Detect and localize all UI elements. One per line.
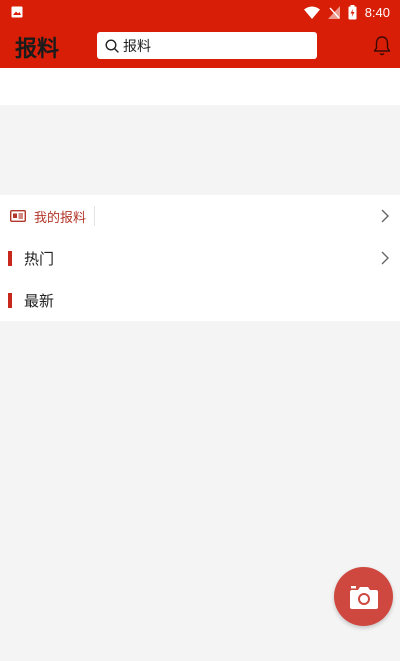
hot-row[interactable]: 热门 <box>0 237 400 279</box>
page-title: 报料 <box>15 37 60 62</box>
status-bar: 8:40 <box>0 0 400 24</box>
wifi-icon <box>303 6 320 19</box>
chevron-right-icon <box>381 251 389 265</box>
latest-label: 最新 <box>24 291 55 310</box>
my-reports-row[interactable]: 我的报料 <box>0 195 400 237</box>
search-icon <box>105 38 119 53</box>
newspaper-icon <box>10 210 26 222</box>
battery-icon <box>348 4 357 19</box>
status-indicators: 8:40 <box>303 3 390 21</box>
hot-label: 热门 <box>24 249 55 268</box>
signal-icon <box>327 5 340 19</box>
top-strip <box>0 68 400 105</box>
banner-area <box>0 105 400 195</box>
image-icon <box>11 6 23 18</box>
bell-icon[interactable] <box>372 35 392 57</box>
app-bar: 报料 <box>0 24 400 68</box>
status-time: 8:40 <box>364 4 390 20</box>
search-box[interactable] <box>97 32 317 59</box>
search-input[interactable] <box>123 37 303 54</box>
camera-fab-button[interactable] <box>334 567 393 626</box>
divider <box>94 206 96 226</box>
latest-row[interactable]: 最新 <box>0 279 400 321</box>
section-marker <box>8 292 12 308</box>
chevron-right-icon <box>381 209 389 223</box>
report-panel: 我的报料 热门 最新 <box>0 195 400 321</box>
camera-icon <box>349 585 378 609</box>
section-marker <box>8 250 12 266</box>
my-reports-label: 我的报料 <box>34 210 87 226</box>
